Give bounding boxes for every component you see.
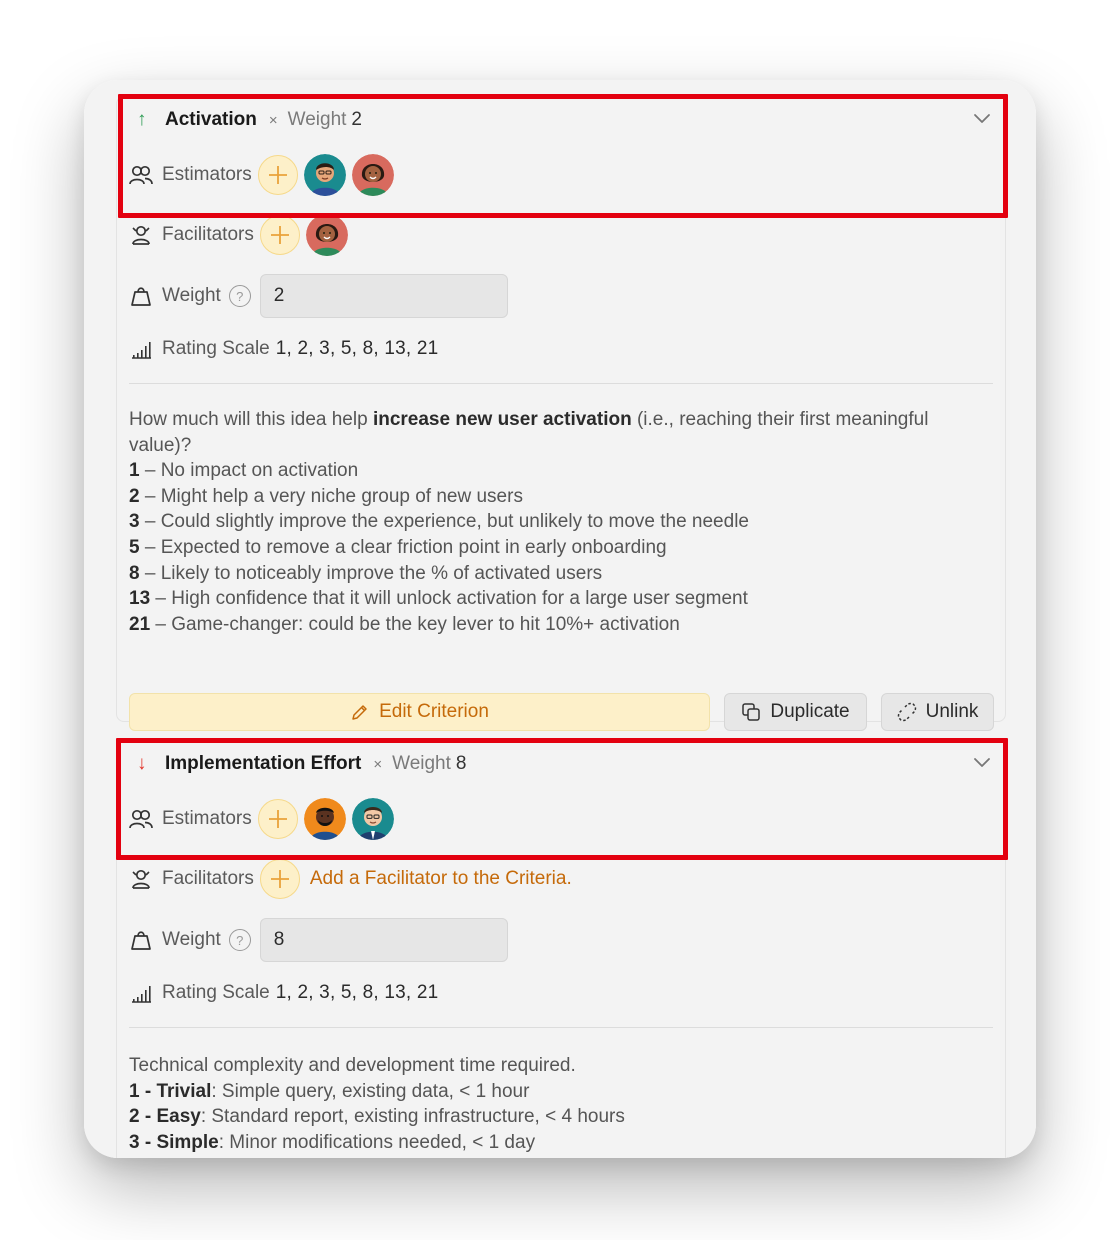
rating-scale-row: Rating Scale 1, 2, 3, 5, 8, 13, 21 <box>129 329 438 369</box>
facilitators-icon <box>129 867 153 891</box>
criterion-header[interactable]: ↓ Implementation Effort × Weight 8 <box>137 751 466 777</box>
add-facilitator-button[interactable] <box>259 215 300 255</box>
duplicate-icon <box>742 703 761 721</box>
criterion-card-implementation-effort: ↓ Implementation Effort × Weight 8 Estim… <box>116 740 1006 1158</box>
weight-row: Weight ? 2 <box>129 273 508 319</box>
header-weight-value: 2 <box>351 109 362 130</box>
plus-icon <box>270 870 289 888</box>
level-item: 2 - Easy: Standard report, existing infr… <box>129 1106 625 1128</box>
pencil-icon <box>352 705 367 720</box>
level-item: 1 – No impact on activation <box>129 460 359 482</box>
criterion-name: Implementation Effort <box>165 753 362 774</box>
edit-criterion-button[interactable]: Edit Criterion <box>129 693 710 731</box>
avatar[interactable] <box>303 798 346 840</box>
avatar[interactable] <box>351 798 394 840</box>
duplicate-label: Duplicate <box>770 701 850 722</box>
estimators-row: Estimators <box>129 154 394 196</box>
duplicate-button[interactable]: Duplicate <box>724 693 867 731</box>
arrow-down-icon: ↓ <box>137 753 147 774</box>
description-intro: How much will this idea help increase ne… <box>129 409 929 456</box>
weight-icon <box>129 284 153 308</box>
add-estimator-button[interactable] <box>257 799 298 839</box>
criterion-description: How much will this idea help increase ne… <box>129 407 993 637</box>
arrow-up-icon: ↑ <box>137 109 147 130</box>
times-symbol: × <box>373 755 383 773</box>
weight-label: Weight <box>162 929 221 950</box>
criterion-card-activation: ↑ Activation × Weight 2 Estimators Facil… <box>116 96 1006 731</box>
rating-scale-label: Rating Scale <box>162 338 270 359</box>
facilitators-row: Facilitators Add a Facilitator to the Cr… <box>129 859 572 899</box>
unlink-button[interactable]: Unlink <box>881 693 994 731</box>
add-facilitator-hint[interactable]: Add a Facilitator to the Criteria. <box>310 868 572 890</box>
level-item: 5 – Expected to remove a clear friction … <box>129 536 667 558</box>
criterion-name: Activation <box>165 109 257 130</box>
divider <box>129 383 993 384</box>
avatar[interactable] <box>303 154 346 196</box>
times-symbol: × <box>268 111 278 129</box>
level-item: 2 – Might help a very niche group of new… <box>129 485 523 507</box>
help-icon[interactable]: ? <box>228 285 251 307</box>
level-item: 21 – Game-changer: could be the key leve… <box>129 613 680 635</box>
criterion-header[interactable]: ↑ Activation × Weight 2 <box>137 107 362 133</box>
rating-scale-values: 1, 2, 3, 5, 8, 13, 21 <box>275 982 439 1003</box>
level-item: 1 - Trivial: Simple query, existing data… <box>129 1080 530 1102</box>
weight-label: Weight <box>162 285 221 306</box>
weight-input[interactable]: 2 <box>259 274 508 318</box>
avatar[interactable] <box>351 154 394 196</box>
estimators-row: Estimators <box>129 798 394 840</box>
plus-icon <box>270 226 289 244</box>
facilitators-label: Facilitators <box>162 868 254 889</box>
estimators-icon <box>129 163 153 187</box>
add-estimator-button[interactable] <box>257 155 298 195</box>
plus-icon <box>268 166 287 184</box>
weight-row: Weight ? 8 <box>129 917 508 963</box>
edit-criterion-label: Edit Criterion <box>379 701 489 722</box>
rating-scale-icon <box>129 981 153 1005</box>
header-weight-label: Weight <box>287 109 347 130</box>
header-weight-label: Weight <box>392 753 451 774</box>
facilitators-row: Facilitators <box>129 214 348 256</box>
chevron-down-icon[interactable] <box>973 755 991 769</box>
add-facilitator-button[interactable] <box>259 859 300 899</box>
level-item: 13 – High confidence that it will unlock… <box>129 588 748 610</box>
criterion-description: Technical complexity and development tim… <box>129 1053 993 1155</box>
chevron-down-icon[interactable] <box>973 111 991 125</box>
plus-icon <box>268 810 287 828</box>
avatar[interactable] <box>305 214 348 256</box>
estimators-label: Estimators <box>162 164 252 185</box>
divider <box>129 1027 993 1028</box>
estimators-label: Estimators <box>162 808 252 829</box>
rating-scale-row: Rating Scale 1, 2, 3, 5, 8, 13, 21 <box>129 973 438 1013</box>
facilitators-icon <box>129 223 153 247</box>
unlink-icon <box>897 702 916 722</box>
level-item: 3 – Could slightly improve the experienc… <box>129 511 749 533</box>
description-intro: Technical complexity and development tim… <box>129 1055 576 1076</box>
level-item: 8 – Likely to noticeably improve the % o… <box>129 562 603 584</box>
rating-scale-values: 1, 2, 3, 5, 8, 13, 21 <box>275 338 439 359</box>
rating-scale-label: Rating Scale <box>162 982 270 1003</box>
level-item: 3 - Simple: Minor modifications needed, … <box>129 1131 536 1153</box>
unlink-label: Unlink <box>925 701 979 722</box>
estimators-icon <box>129 807 153 831</box>
rating-scale-icon <box>129 337 153 361</box>
weight-icon <box>129 928 153 952</box>
header-weight-value: 8 <box>455 753 467 774</box>
weight-input[interactable]: 8 <box>259 918 508 962</box>
help-icon[interactable]: ? <box>228 929 251 951</box>
criteria-panel: ↑ Activation × Weight 2 Estimators Facil… <box>84 80 1036 1158</box>
facilitators-label: Facilitators <box>162 224 254 245</box>
